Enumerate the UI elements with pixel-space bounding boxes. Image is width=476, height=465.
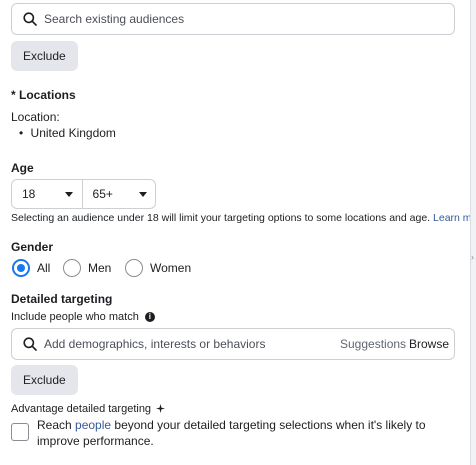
age-max-value: 65+ bbox=[92, 187, 113, 201]
existing-audience-search[interactable] bbox=[11, 3, 455, 35]
exclude-audience-button[interactable]: Exclude bbox=[11, 41, 78, 71]
gender-option-all[interactable]: All bbox=[12, 257, 50, 279]
advantage-description: Reach people beyond your detailed target… bbox=[37, 417, 457, 449]
sparkle-icon bbox=[156, 404, 166, 413]
gender-option-label: All bbox=[37, 261, 51, 275]
search-icon bbox=[23, 337, 37, 351]
browse-link[interactable]: Browse bbox=[409, 329, 449, 359]
people-link[interactable]: people bbox=[75, 418, 111, 432]
detailed-targeting-search-input[interactable] bbox=[44, 329, 334, 359]
age-range-select: 18 65+ bbox=[11, 179, 156, 209]
advantage-heading-text: Advantage detailed targeting bbox=[11, 403, 152, 415]
locations-heading: * Locations bbox=[11, 88, 76, 102]
detailed-targeting-search[interactable]: Suggestions Browse bbox=[11, 328, 455, 360]
gender-option-label: Women bbox=[150, 261, 192, 275]
age-min-select[interactable]: 18 bbox=[12, 180, 83, 208]
search-icon bbox=[23, 12, 37, 26]
age-min-value: 18 bbox=[22, 187, 36, 201]
radio-button[interactable] bbox=[63, 259, 81, 277]
detailed-targeting-heading: Detailed targeting bbox=[11, 292, 113, 306]
info-icon[interactable]: i bbox=[144, 312, 155, 323]
radio-button[interactable] bbox=[125, 259, 143, 277]
location-item-label: United Kingdom bbox=[30, 126, 116, 140]
location-label: Location: bbox=[11, 110, 60, 124]
age-note: Selecting an audience under 18 will limi… bbox=[11, 212, 476, 224]
gender-option-women[interactable]: Women bbox=[125, 257, 191, 279]
age-heading: Age bbox=[11, 161, 34, 175]
exclude-targeting-button[interactable]: Exclude bbox=[11, 365, 78, 395]
chevron-down-icon bbox=[138, 192, 147, 197]
advantage-checkbox[interactable] bbox=[11, 423, 29, 441]
existing-audience-search-input[interactable] bbox=[44, 4, 334, 34]
audience-panel: Exclude * Locations Location: • United K… bbox=[0, 0, 476, 465]
gender-option-men[interactable]: Men bbox=[63, 257, 111, 279]
include-label-text: Include people who match bbox=[11, 311, 139, 323]
reach-text-start: Reach bbox=[37, 418, 76, 432]
bullet: • bbox=[19, 126, 24, 140]
scrollbar[interactable] bbox=[470, 0, 476, 465]
suggestions-link[interactable]: Suggestions bbox=[340, 329, 406, 359]
age-max-select[interactable]: 65+ bbox=[83, 180, 155, 208]
gender-heading: Gender bbox=[11, 240, 54, 254]
resize-handle-icon[interactable]: › bbox=[471, 252, 475, 262]
chevron-down-icon bbox=[65, 192, 73, 197]
include-label: Include people who match i bbox=[11, 311, 155, 323]
gender-option-label: Men bbox=[88, 261, 112, 275]
radio-button[interactable] bbox=[12, 259, 30, 277]
age-note-text: Selecting an audience under 18 will limi… bbox=[11, 212, 431, 224]
advantage-heading: Advantage detailed targeting bbox=[11, 403, 166, 415]
location-item: • United Kingdom bbox=[19, 126, 116, 140]
